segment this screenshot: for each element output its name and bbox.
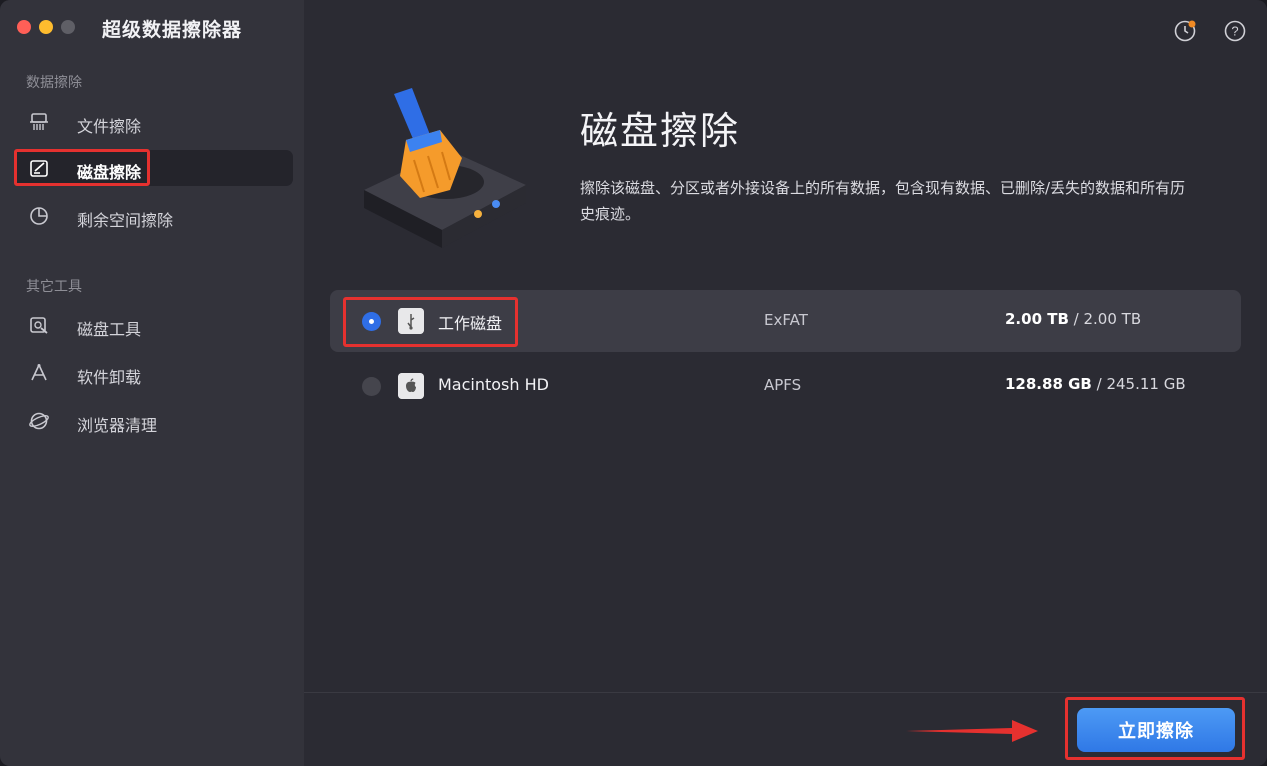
page-description: 擦除该磁盘、分区或者外接设备上的所有数据，包含现有数据、已删除/丢失的数据和所有… — [580, 179, 1186, 223]
shredder-icon — [30, 113, 48, 130]
disk-capacity: 2.00 TB / 2.00 TB — [1005, 310, 1142, 328]
sidebar-item-uninstall[interactable]: 软件卸载 — [14, 355, 293, 391]
sidebar-item-free-space-erase[interactable]: 剩余空间擦除 — [14, 198, 293, 234]
disk-name: Macintosh HD — [438, 375, 549, 394]
sidebar-item-disk-tool[interactable]: 磁盘工具 — [14, 307, 293, 343]
sidebar-item-label: 浏览器清理 — [77, 416, 158, 435]
close-window-button[interactable] — [17, 20, 31, 34]
section-label-data-erase: 数据擦除 — [26, 75, 82, 91]
window-controls — [17, 20, 75, 34]
page-title: 磁盘擦除 — [580, 109, 741, 153]
zoom-window-button[interactable] — [61, 20, 75, 34]
browser-icon — [29, 412, 49, 430]
sidebar-item-label: 磁盘工具 — [77, 320, 142, 339]
app-window: 超级数据擦除器 数据擦除 文件擦除 磁盘擦除 剩余空间擦除 其它工具 磁盘工具 … — [0, 0, 1267, 766]
minimize-window-button[interactable] — [39, 20, 53, 34]
disk-filesystem: APFS — [764, 376, 802, 394]
highlight-box-disk-erase — [14, 149, 150, 186]
disk-total: 2.00 TB — [1083, 310, 1142, 328]
disk-tool-icon — [30, 317, 48, 334]
sidebar: 超级数据擦除器 数据擦除 文件擦除 磁盘擦除 剩余空间擦除 其它工具 磁盘工具 … — [0, 0, 304, 766]
disk-total: 245.11 GB — [1106, 375, 1186, 393]
app-title: 超级数据擦除器 — [102, 19, 243, 41]
highlight-box-erase-button — [1065, 697, 1245, 760]
pie-chart-icon — [30, 207, 48, 225]
history-icon[interactable] — [1173, 19, 1197, 43]
disk-broom-illustration — [364, 88, 526, 248]
footer-divider — [304, 692, 1267, 693]
section-label-other-tools: 其它工具 — [26, 279, 82, 295]
disk-used: 128.88 GB — [1005, 375, 1092, 393]
sidebar-item-label: 剩余空间擦除 — [77, 211, 174, 230]
sidebar-item-browser-clean[interactable]: 浏览器清理 — [14, 403, 293, 439]
sidebar-item-label: 软件卸载 — [77, 368, 142, 387]
disk-capacity: 128.88 GB / 245.11 GB — [1005, 375, 1186, 393]
svg-text:?: ? — [1231, 24, 1238, 39]
pointer-arrow — [906, 720, 1038, 742]
disk-filesystem: ExFAT — [764, 311, 808, 329]
uninstall-icon — [31, 364, 47, 381]
main-panel: ? 磁盘擦除 擦除该磁盘、分区或者外接设备上的所有数据，包含现有数据、已删除/丢… — [304, 0, 1267, 766]
top-toolbar: ? — [1173, 19, 1247, 43]
sidebar-item-label: 文件擦除 — [77, 117, 142, 136]
disk-used: 2.00 TB — [1005, 310, 1069, 328]
sidebar-item-file-erase[interactable]: 文件擦除 — [14, 104, 293, 140]
disk-radio-unselected[interactable] — [362, 377, 381, 396]
highlight-box-work-disk — [343, 297, 518, 347]
disk-row-macintosh[interactable]: Macintosh HD APFS 128.88 GB / 245.11 GB — [330, 355, 1241, 417]
apple-drive-icon — [398, 373, 424, 399]
help-icon[interactable]: ? — [1223, 19, 1247, 43]
